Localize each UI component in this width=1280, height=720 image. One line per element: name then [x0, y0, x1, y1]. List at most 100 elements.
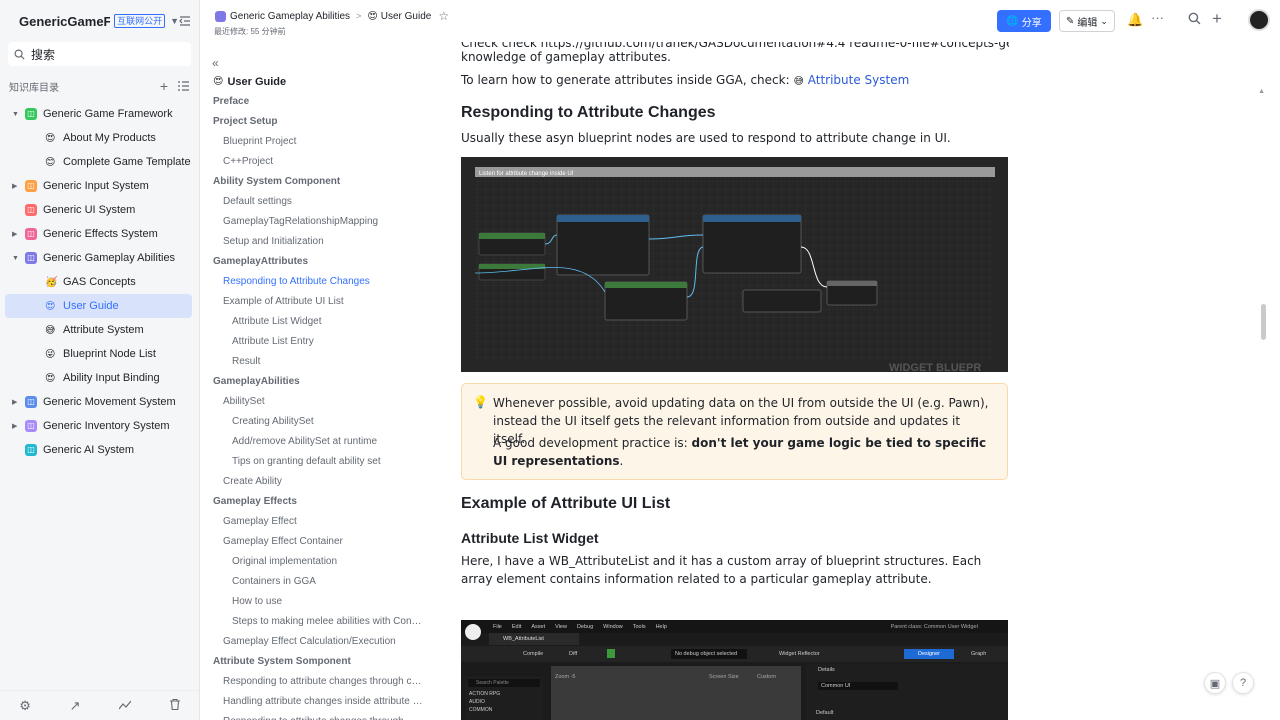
outline-item[interactable]: Example of Attribute UI List — [213, 292, 423, 312]
sidebar-item[interactable]: 😍 Ability Input Binding — [5, 366, 192, 390]
scroll-up-arrow-icon[interactable]: ▲ — [1258, 88, 1265, 95]
avatar[interactable] — [1248, 9, 1270, 31]
ue-diff-button[interactable]: Diff — [569, 651, 577, 657]
star-icon[interactable]: ☆ — [438, 9, 449, 23]
ue-menu-item[interactable]: Tools — [633, 624, 646, 630]
outline-item[interactable]: Responding to attribute changes through … — [213, 672, 423, 692]
space-title[interactable]: GenericGameFra... — [19, 14, 110, 29]
caret-right-icon[interactable]: ▶ — [12, 398, 22, 406]
outline-item[interactable]: Creating AbilitySet — [213, 412, 423, 432]
outline-item[interactable]: Original implementation — [213, 552, 423, 572]
sidebar-item[interactable]: ▶ ◫ Generic Movement System — [5, 390, 192, 414]
search-icon[interactable] — [1188, 12, 1201, 28]
outline-item[interactable]: Create Ability — [213, 472, 423, 492]
outline-item[interactable]: Responding to Attribute Changes — [213, 272, 423, 292]
caret-right-icon[interactable]: ▶ — [12, 182, 22, 190]
outline-item[interactable]: Tips on granting default ability set — [213, 452, 423, 472]
ue-debug-select[interactable]: No debug object selected — [671, 649, 747, 659]
ue-graph-button[interactable]: Graph — [971, 651, 986, 657]
sidebar-item[interactable]: 🥳 GAS Concepts — [5, 270, 192, 294]
sidebar-item[interactable]: ▶ ◫ Generic Inventory System — [5, 414, 192, 438]
ue-menu-item[interactable]: Debug — [577, 624, 593, 630]
caret-right-icon[interactable]: ▶ — [12, 230, 22, 238]
outline-item[interactable]: Gameplay Effect — [213, 512, 423, 532]
settings-icon[interactable]: ⚙ — [19, 698, 31, 714]
outline-item[interactable]: Gameplay Effect Container — [213, 532, 423, 552]
sidebar-item[interactable]: ▼ ◫ Generic Game Framework — [5, 102, 192, 126]
collapse-sidebar-icon[interactable] — [179, 13, 191, 29]
outline-item[interactable]: GameplayTagRelationshipMapping — [213, 212, 423, 232]
more-icon[interactable]: ··· — [1151, 10, 1164, 25]
share-button[interactable]: 🌐 分享 — [997, 10, 1051, 32]
outline-item[interactable]: AbilitySet — [213, 392, 423, 412]
share-out-icon[interactable]: ↗ — [70, 698, 81, 714]
list-options-icon[interactable] — [178, 78, 189, 94]
add-node-icon[interactable]: + — [160, 78, 168, 94]
outline-item[interactable]: Result — [213, 352, 423, 372]
outline-item[interactable]: Attribute List Entry — [213, 332, 423, 352]
collapse-outline-icon[interactable]: « — [212, 56, 219, 70]
sidebar-item[interactable]: ◫ Generic UI System — [5, 198, 192, 222]
outline-item[interactable]: Blueprint Project — [213, 132, 423, 152]
blueprint-screenshot[interactable]: Listen for attribute change inside UI WI… — [461, 157, 1008, 372]
sidebar-item[interactable]: 😍 User Guide — [5, 294, 192, 318]
sidebar-item[interactable]: ◫ Generic AI System — [5, 438, 192, 462]
ue-custom-size[interactable]: Custom — [757, 674, 776, 680]
help-button[interactable]: ? — [1232, 672, 1254, 694]
doc-info-button[interactable]: ▣ — [1204, 672, 1226, 694]
ue-palette-category[interactable]: AUDIO — [465, 698, 543, 706]
ue-menu-item[interactable]: View — [555, 624, 567, 630]
ue-play-icon[interactable] — [607, 649, 615, 658]
outline-item[interactable]: Attribute List Widget — [213, 312, 423, 332]
ue-menu-item[interactable]: Help — [656, 624, 667, 630]
edit-button[interactable]: ✎ 编辑 ⌄ — [1059, 10, 1115, 32]
outline-item[interactable]: Attribute System Somponent — [213, 652, 423, 672]
outline-item[interactable]: Default settings — [213, 192, 423, 212]
outline-item[interactable]: GameplayAttributes — [213, 252, 423, 272]
page-scrollbar[interactable] — [1261, 304, 1266, 340]
ue-menu-item[interactable]: Asset — [531, 624, 545, 630]
ue-palette-category[interactable]: COMMON — [465, 706, 543, 714]
attribute-system-link[interactable]: Attribute System — [808, 73, 910, 87]
ue-menu-item[interactable]: File — [493, 624, 502, 630]
outline-item[interactable]: Containers in GGA — [213, 572, 423, 592]
outline-item[interactable]: Handling attribute changes inside attrib… — [213, 692, 423, 712]
outline-item[interactable]: GameplayAbilities — [213, 372, 423, 392]
outline-item[interactable]: How to use — [213, 592, 423, 612]
caret-right-icon[interactable]: ▶ — [12, 422, 22, 430]
outline-item[interactable]: Project Setup — [213, 112, 423, 132]
sidebar-item[interactable]: 😜 Blueprint Node List — [5, 342, 192, 366]
caret-down-icon[interactable]: ▼ — [12, 255, 22, 262]
stats-icon[interactable] — [118, 698, 132, 713]
outline-item[interactable]: Ability System Component — [213, 172, 423, 192]
ue-search-palette[interactable]: Search Palette — [468, 679, 540, 687]
outline-item[interactable]: Setup and Initialization — [213, 232, 423, 252]
outline-item[interactable]: C++Project — [213, 152, 423, 172]
outline-item[interactable]: Preface — [213, 92, 423, 112]
ue-widget-reflector[interactable]: Widget Reflector — [779, 651, 820, 657]
add-icon[interactable]: + — [1212, 9, 1222, 29]
ue-menu-item[interactable]: Window — [603, 624, 623, 630]
outline-item[interactable]: Add/remove AbilitySet at runtime — [213, 432, 423, 452]
space-dropdown-icon[interactable]: ▼ — [170, 16, 179, 26]
sidebar-item[interactable]: ▼ ◫ Generic Gameplay Abilities — [5, 246, 192, 270]
ue-common-ui-field[interactable]: Common UI — [818, 682, 898, 690]
sidebar-item[interactable]: ▶ ◫ Generic Effects System — [5, 222, 192, 246]
ue-screen-size[interactable]: Screen Size — [709, 674, 739, 680]
ue-menu-item[interactable]: Edit — [512, 624, 521, 630]
outline-item[interactable]: Steps to making melee abilities with Con… — [213, 612, 423, 632]
sidebar-item[interactable]: 😅 Attribute System — [5, 318, 192, 342]
ue-palette-category[interactable]: ACTION RPG — [465, 690, 543, 698]
sidebar-item[interactable]: 😊 Complete Game Template — [5, 150, 192, 174]
trash-icon[interactable] — [169, 698, 180, 713]
sidebar-item[interactable]: 😍 About My Products — [5, 126, 192, 150]
bell-icon[interactable]: 🔔 — [1127, 12, 1143, 28]
breadcrumb-parent[interactable]: Generic Gameplay Abilities — [230, 11, 350, 22]
outline-item[interactable]: Gameplay Effect Calculation/Execution — [213, 632, 423, 652]
outline-item[interactable]: 😍 User Guide — [213, 72, 423, 92]
unreal-editor-screenshot[interactable]: File Edit Asset View Debug Window Tools Help Pa… — [461, 620, 1008, 720]
outline-item[interactable]: Gameplay Effects — [213, 492, 423, 512]
ue-compile-button[interactable]: Compile — [523, 651, 543, 657]
outline-item[interactable]: Responding to attribute changes through … — [213, 712, 423, 720]
ue-designer-canvas[interactable]: Zoom -5 Screen Size Custom — [551, 666, 801, 720]
